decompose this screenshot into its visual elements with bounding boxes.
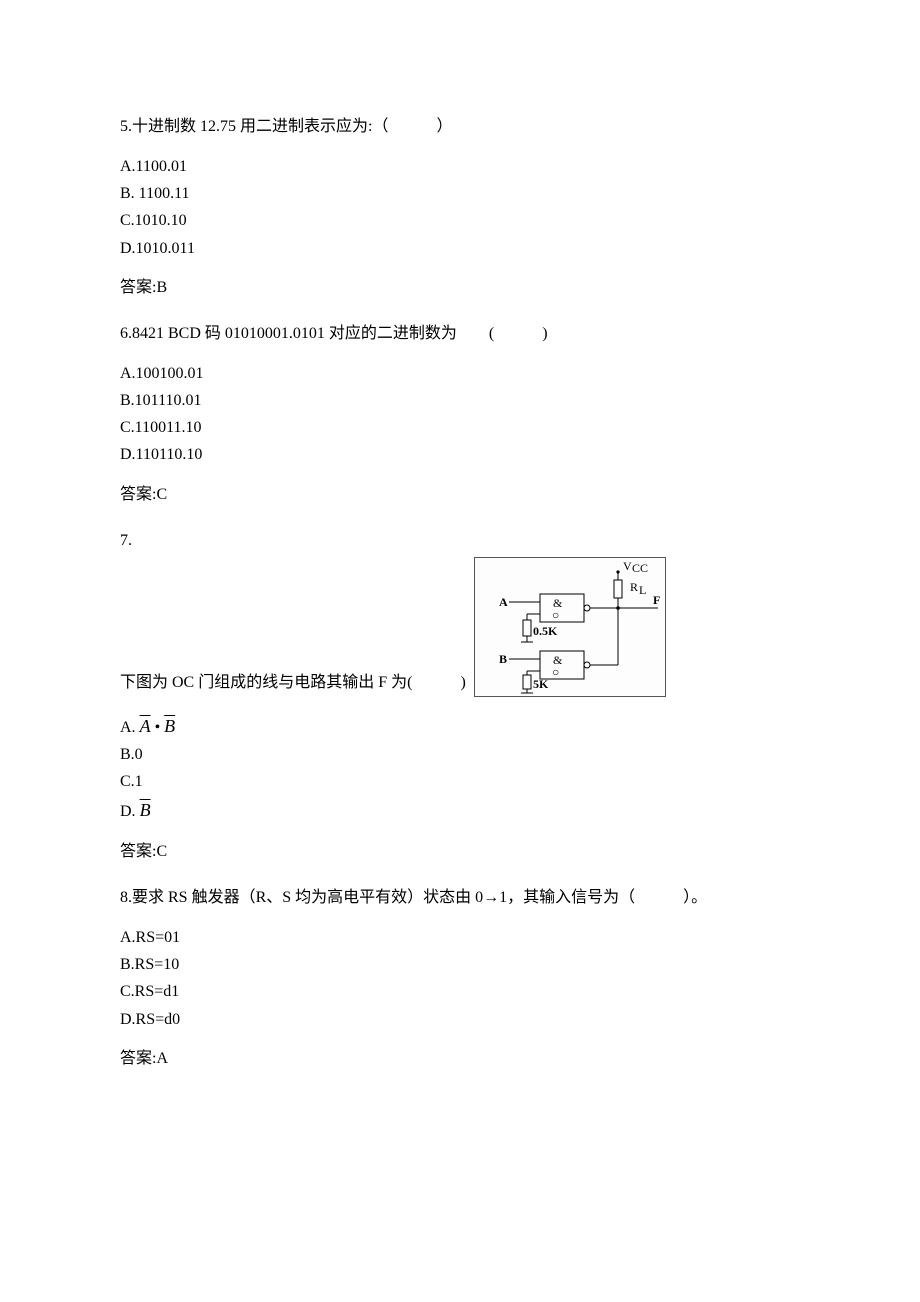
q7-option-c: C.1	[120, 768, 800, 795]
q7-stem: 下图为 OC 门组成的线与电路其输出 F 为( )	[120, 671, 466, 697]
q6-option-d: D.110110.10	[120, 441, 800, 468]
q7-a-dot: •	[155, 719, 161, 736]
circuit-diagram: V CC R L F	[474, 557, 666, 697]
question-7: 7. 下图为 OC 门组成的线与电路其输出 F 为( ) V CC R L	[120, 529, 800, 865]
question-6: 6.8421 BCD 码 01010001.0101 对应的二进制数为 ( ) …	[120, 322, 800, 507]
q8-options: A.RS=01 B.RS=10 C.RS=d1 D.RS=d0	[120, 924, 800, 1033]
q7-option-b: B.0	[120, 741, 800, 768]
q5-option-d: D.1010.011	[120, 235, 800, 262]
question-8: 8.要求 RS 触发器（R、S 均为高电平有效）状态由 0→1，其输入信号为（ …	[120, 886, 800, 1071]
q6-option-b: B.101110.01	[120, 387, 800, 414]
label-res1: 0.5K	[533, 624, 558, 638]
label-cc: CC	[632, 561, 648, 575]
q5-option-c: C.1010.10	[120, 207, 800, 234]
q6-option-c: C.110011.10	[120, 414, 800, 441]
page: 5.十进制数 12.75 用二进制表示应为:（ ） A.1100.01 B. 1…	[0, 0, 920, 1302]
q8-option-c: C.RS=d1	[120, 978, 800, 1005]
gate1-circle: ○	[552, 608, 559, 622]
q5-option-a: A.1100.01	[120, 153, 800, 180]
q8-stem: 8.要求 RS 触发器（R、S 均为高电平有效）状态由 0→1，其输入信号为（ …	[120, 886, 800, 910]
q5-stem: 5.十进制数 12.75 用二进制表示应为:（ ）	[120, 115, 800, 139]
q7-a-bar1: A	[140, 716, 151, 736]
q8-option-a: A.RS=01	[120, 924, 800, 951]
label-b: B	[499, 652, 507, 666]
label-a: A	[499, 595, 508, 609]
q6-answer: 答案:C	[120, 483, 800, 507]
q7-options: A. A • B B.0 C.1 D. B	[120, 711, 800, 827]
q7-answer: 答案:C	[120, 840, 800, 864]
q7-a-prefix: A.	[120, 719, 136, 736]
q8-option-b: B.RS=10	[120, 951, 800, 978]
q8-option-d: D.RS=d0	[120, 1006, 800, 1033]
label-rl: R	[630, 580, 638, 594]
q7-d-prefix: D.	[120, 803, 136, 820]
circuit-svg: V CC R L F	[475, 558, 665, 696]
q8-answer: 答案:A	[120, 1047, 800, 1071]
label-res2: 5K	[533, 677, 549, 691]
q7-stem-row: 下图为 OC 门组成的线与电路其输出 F 为( ) V CC R L	[120, 557, 800, 697]
question-5: 5.十进制数 12.75 用二进制表示应为:（ ） A.1100.01 B. 1…	[120, 115, 800, 300]
label-vcc: V	[623, 559, 632, 573]
gate2-circle: ○	[552, 665, 559, 679]
q7-option-a: A. A • B	[120, 711, 800, 742]
label-rl-sub: L	[639, 583, 646, 597]
q6-option-a: A.100100.01	[120, 360, 800, 387]
q7-number: 7.	[120, 529, 800, 553]
q6-options: A.100100.01 B.101110.01 C.110011.10 D.11…	[120, 360, 800, 469]
q5-options: A.1100.01 B. 1100.11 C.1010.10 D.1010.01…	[120, 153, 800, 262]
q5-answer: 答案:B	[120, 276, 800, 300]
q7-option-d: D. B	[120, 795, 800, 826]
q7-a-bar2: B	[164, 716, 175, 736]
q6-stem: 6.8421 BCD 码 01010001.0101 对应的二进制数为 ( )	[120, 322, 800, 346]
q5-option-b: B. 1100.11	[120, 180, 800, 207]
label-f: F	[653, 593, 660, 607]
q7-d-bar: B	[140, 800, 151, 820]
